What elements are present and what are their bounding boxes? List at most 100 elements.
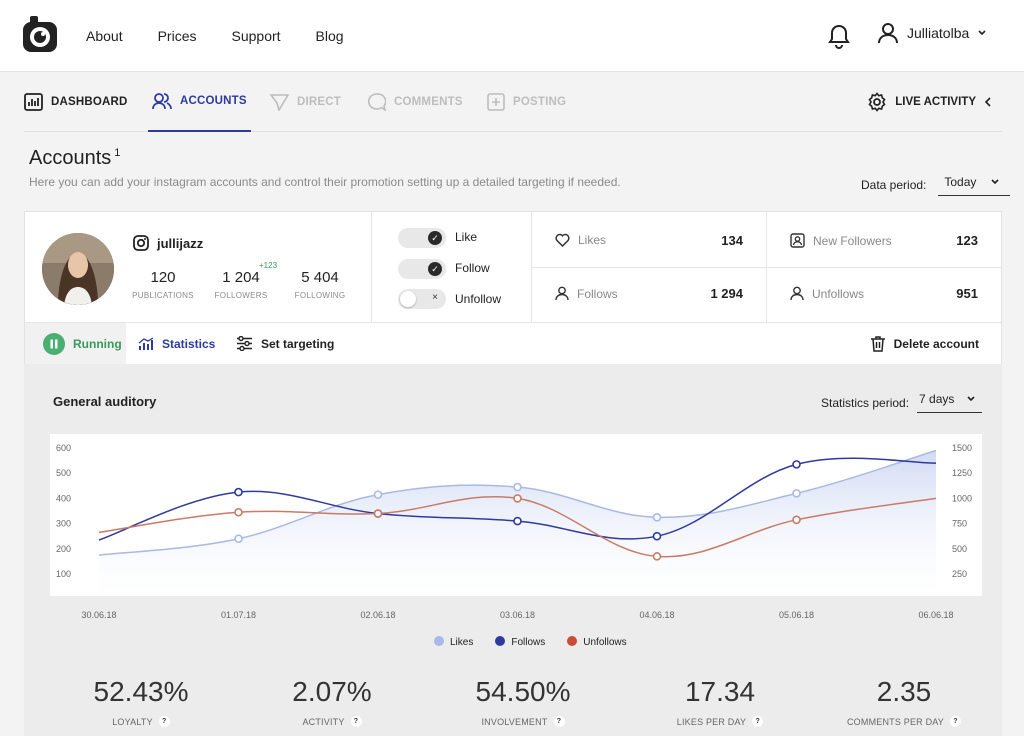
running-label: Running: [73, 336, 122, 351]
data-point-unfollows: [513, 494, 522, 503]
likes-value: 134: [721, 232, 743, 248]
followers-count: 1 204: [222, 269, 260, 286]
y-left-tick-label: 600: [56, 443, 71, 453]
accounts-count: 1: [114, 147, 121, 160]
bell-icon[interactable]: [827, 23, 851, 49]
posting-icon: [487, 93, 505, 111]
like-toggle[interactable]: ✓: [398, 228, 446, 248]
app-logo-icon[interactable]: [21, 14, 59, 54]
statistics-icon: [138, 336, 154, 350]
follow-toggle[interactable]: ✓: [398, 259, 446, 279]
help-icon[interactable]: ?: [950, 716, 962, 727]
heart-icon: [555, 233, 570, 247]
chart-legend: Likes Follows Unfollows: [434, 636, 627, 648]
help-icon[interactable]: ?: [158, 716, 170, 727]
data-point-follows: [792, 460, 801, 469]
y-left-tick-label: 300: [56, 519, 71, 529]
help-icon[interactable]: ?: [752, 716, 764, 727]
live-activity-button[interactable]: LIVE ACTIVITY: [867, 72, 992, 132]
data-point-likes: [513, 482, 522, 492]
direct-icon: [270, 93, 289, 111]
nav-prices-link[interactable]: Prices: [158, 28, 197, 44]
follow-toggle-label: Follow: [455, 261, 490, 275]
help-icon[interactable]: ?: [350, 716, 362, 727]
data-point-likes: [792, 489, 801, 498]
account-subtabs: Running Statistics Set targeting Delete …: [25, 322, 1001, 364]
data-point-follows: [234, 487, 243, 497]
y-right-tick-label: 250: [952, 569, 967, 579]
follows-metric: Follows 1 294: [555, 286, 743, 301]
x-tick-label: 06.06.18: [918, 610, 953, 620]
kpi-label: INVOLVEMENT: [481, 716, 548, 727]
y-right-tick-label: 500: [952, 544, 967, 554]
user-menu[interactable]: Julliatolba: [877, 22, 987, 44]
legend-item-follows[interactable]: Follows: [495, 636, 545, 648]
tab-posting[interactable]: POSTING: [487, 72, 566, 132]
delete-account-button[interactable]: Delete account: [870, 323, 979, 364]
nav-blog-link[interactable]: Blog: [316, 28, 344, 44]
divider: [371, 212, 372, 322]
tab-statistics[interactable]: Statistics: [126, 323, 224, 364]
account-handle[interactable]: jullijazz: [133, 235, 203, 251]
y-left-tick-label: 100: [56, 569, 71, 579]
following-count: 5 404: [301, 269, 339, 286]
unfollows-label: Unfollows: [812, 286, 865, 301]
kpi-loyalty: 52.43% LOYALTY?: [51, 676, 231, 727]
accounts-icon: [152, 93, 172, 110]
unfollows-metric: Unfollows 951: [790, 286, 978, 301]
chevron-left-icon: [984, 97, 991, 107]
legend-item-unfollows[interactable]: Unfollows: [567, 636, 627, 648]
y-right-tick-label: 1250: [952, 468, 972, 478]
running-status-button[interactable]: Running: [25, 323, 126, 364]
gear-icon: [868, 92, 886, 112]
divider: [531, 267, 1001, 268]
help-icon[interactable]: ?: [553, 716, 565, 727]
y-left-tick-label: 500: [56, 468, 71, 478]
tab-direct[interactable]: DIRECT: [270, 72, 341, 132]
data-period-label: Data period:: [861, 178, 927, 192]
kpi-value: 54.50%: [475, 676, 571, 707]
x-tick-label: 02.06.18: [360, 610, 395, 620]
unfollow-icon: [790, 286, 804, 301]
data-point-unfollows: [652, 552, 662, 561]
nav-about-link[interactable]: About: [86, 28, 123, 44]
kpi-value: 52.43%: [93, 676, 189, 707]
line-chart: 600 500 400 300 200 100 1500 1250 1000 750 500 250 3…: [56, 443, 972, 620]
y-right-tick-label: 750: [952, 519, 967, 529]
chevron-down-icon: [991, 178, 999, 184]
statistics-label: Statistics: [162, 336, 216, 351]
tab-comments[interactable]: COMMENTS: [367, 72, 463, 132]
delete-label: Delete account: [893, 336, 979, 351]
avatar: [42, 233, 114, 305]
followers-stat: 1 204 FOLLOWERS: [207, 269, 275, 300]
kpi-comments-per-day: 2.35 COMMENTS PER DAY?: [814, 676, 994, 727]
check-icon: ✓: [428, 262, 442, 276]
tab-accounts[interactable]: ACCOUNTS: [148, 72, 251, 132]
y-right-tick-label: 1000: [952, 493, 972, 503]
data-point-follows: [513, 516, 522, 526]
following-label: FOLLOWING: [294, 291, 346, 300]
sliders-icon: [237, 336, 252, 351]
follows-value: 1 294: [710, 286, 743, 301]
new-follower-icon: [790, 233, 805, 248]
page-title: Accounts 1: [29, 147, 121, 169]
handle-text: jullijazz: [157, 235, 204, 251]
following-stat: 5 404 FOLLOWING: [287, 269, 353, 300]
data-period-select[interactable]: Today: [938, 174, 1011, 196]
user-icon: [878, 23, 898, 44]
tab-dashboard[interactable]: DASHBOARD: [24, 72, 128, 132]
y-left-tick-label: 400: [56, 493, 71, 503]
follow-icon: [555, 286, 569, 301]
top-nav: About Prices Support Blog: [86, 28, 379, 44]
tab-label: POSTING: [513, 96, 567, 108]
data-point-follows: [652, 531, 662, 541]
legend-item-likes[interactable]: Likes: [434, 636, 473, 648]
tab-label: DIRECT: [297, 96, 342, 108]
data-point-unfollows: [373, 509, 383, 518]
likes-metric: Likes 134: [555, 232, 743, 248]
instagram-icon: [133, 235, 149, 251]
kpi-involvement: 54.50% INVOLVEMENT?: [433, 676, 613, 727]
nav-support-link[interactable]: Support: [232, 28, 281, 44]
unfollow-toggle[interactable]: ×: [398, 289, 446, 309]
x-tick-label: 30.06.18: [81, 610, 116, 620]
